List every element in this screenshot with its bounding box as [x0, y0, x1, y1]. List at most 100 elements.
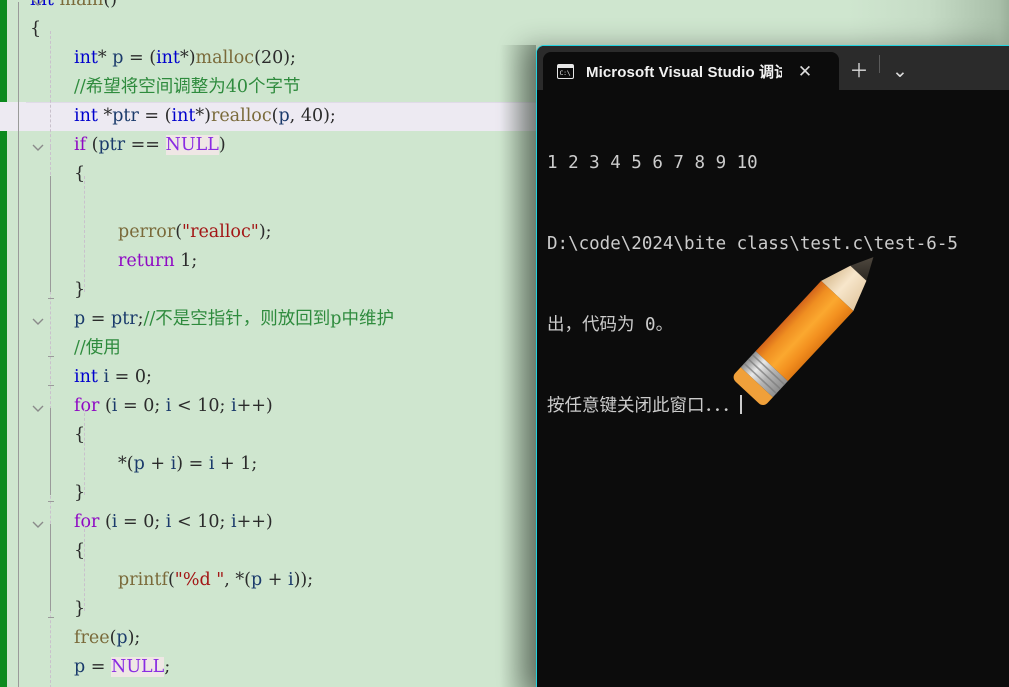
code-token: + — [214, 454, 241, 474]
code-token: = — [109, 367, 135, 387]
code-token: ( — [86, 135, 99, 155]
code-line[interactable]: p = NULL; — [0, 653, 540, 682]
console-titlebar[interactable]: C:\ Microsoft Visual Studio 调试控 ✕ ＋ ⌄ — [537, 46, 1009, 90]
code-line[interactable] — [0, 189, 540, 218]
code-token: ( — [99, 512, 112, 532]
code-token: printf — [118, 570, 168, 590]
code-token: //不是空指针，则放回到p中维护 — [143, 309, 395, 329]
close-icon[interactable]: ✕ — [792, 58, 818, 84]
code-line[interactable]: printf("%d ", *(p + i)); — [0, 566, 540, 595]
code-token: 1 — [180, 251, 192, 271]
code-line[interactable]: int i = 0; — [0, 363, 540, 392]
code-token: + — [262, 570, 288, 590]
new-tab-icon[interactable]: ＋ — [839, 52, 879, 90]
screen: int main(){int* p = (int*)malloc(20);//希… — [0, 0, 1009, 687]
code-line[interactable]: *(p + i) = i + 1; — [0, 450, 540, 479]
code-token: //希望将空间调整为40个字节 — [74, 77, 301, 97]
code-token: + — [144, 454, 171, 474]
code-line[interactable]: { — [0, 15, 540, 44]
code-token: ; — [219, 396, 231, 416]
fold-chevron-down-icon[interactable] — [30, 139, 46, 155]
code-token: ; — [164, 657, 171, 677]
code-line[interactable]: free(p); — [0, 624, 540, 653]
code-token: ++) — [236, 396, 273, 416]
fold-chevron-down-icon[interactable] — [30, 313, 46, 329]
code-token: ( — [175, 222, 183, 242]
code-token: ); — [258, 222, 272, 242]
code-token: { — [30, 19, 42, 39]
chevron-down-icon[interactable]: ⌄ — [880, 52, 920, 90]
fold-chevron-down-icon[interactable] — [30, 516, 46, 532]
code-line[interactable]: for (i = 0; i < 10; i++) — [0, 508, 540, 537]
code-token: * — [97, 48, 113, 68]
code-line[interactable]: { — [0, 421, 540, 450]
code-line[interactable]: { — [0, 537, 540, 566]
code-token: ; — [191, 251, 198, 271]
code-token: int — [74, 367, 98, 387]
code-token: = — [117, 396, 144, 416]
code-token: 10 — [197, 396, 220, 416]
code-token: int — [74, 48, 98, 68]
code-token: int — [74, 106, 98, 126]
code-token: < — [171, 396, 198, 416]
code-token: ptr — [112, 106, 139, 126]
structure-guide-line — [50, 524, 51, 611]
code-token: * — [97, 106, 113, 126]
indent-guide-line — [84, 408, 85, 495]
code-token: malloc — [195, 48, 255, 68]
code-token: p — [278, 106, 290, 126]
code-token: = ( — [138, 106, 172, 126]
code-token: 0 — [134, 367, 147, 387]
code-token: "%d " — [174, 570, 225, 590]
code-token: = — [85, 309, 111, 329]
code-token: int — [156, 48, 180, 68]
code-token: ( — [167, 570, 175, 590]
code-line[interactable]: } — [0, 479, 540, 508]
code-token: == — [125, 135, 166, 155]
code-token: < — [171, 512, 198, 532]
code-token: ; — [146, 367, 152, 387]
fold-chevron-down-icon[interactable] — [30, 0, 46, 10]
indent-guide-line — [84, 524, 85, 611]
console-tab-title: Microsoft Visual Studio 调试控 — [586, 63, 782, 81]
code-line[interactable]: } — [0, 595, 540, 624]
code-line[interactable]: perror("realloc"); — [0, 218, 540, 247]
code-token: NULL — [111, 657, 165, 677]
code-token: ++) — [236, 512, 273, 532]
code-token: ptr — [111, 309, 138, 329]
code-line[interactable]: //使用 — [0, 334, 540, 363]
indent-guide-line — [84, 176, 85, 292]
code-token: *) — [195, 106, 211, 126]
fold-chevron-down-icon[interactable] — [30, 400, 46, 416]
code-token: p — [112, 48, 124, 68]
structure-guide-tick — [48, 356, 54, 357]
code-line[interactable]: } — [0, 276, 540, 305]
code-line[interactable]: { — [0, 160, 540, 189]
console-tab[interactable]: C:\ Microsoft Visual Studio 调试控 ✕ — [543, 52, 839, 90]
code-token: *) — [179, 48, 196, 68]
code-token: realloc — [210, 106, 272, 126]
code-line[interactable]: return 1; — [0, 247, 540, 276]
pencil-cursor — [722, 228, 902, 418]
code-line[interactable]: int main() — [0, 0, 540, 15]
code-token: ; — [219, 512, 231, 532]
structure-guide-line — [50, 176, 51, 292]
code-text-area[interactable]: int main(){int* p = (int*)malloc(20);//希… — [0, 0, 1009, 687]
code-token: ; — [251, 454, 258, 474]
code-token: , — [289, 106, 301, 126]
console-line-text: 按任意键关闭此窗口．．． — [547, 396, 740, 416]
code-line[interactable]: int* p = (int*)malloc(20); — [0, 44, 540, 73]
code-token: free — [74, 628, 110, 648]
code-token: ptr — [98, 135, 126, 155]
code-token: = ( — [123, 48, 157, 68]
code-line[interactable]: for (i = 0; i < 10; i++) — [0, 392, 540, 421]
code-token: for — [74, 396, 100, 416]
code-line[interactable]: return 0; — [0, 682, 540, 687]
structure-guide-line — [18, 2, 19, 687]
code-token: ) — [218, 135, 226, 155]
code-line[interactable]: p = ptr;//不是空指针，则放回到p中维护 — [0, 305, 540, 334]
code-line[interactable]: int *ptr = (int*)realloc(p, 40); — [0, 102, 1009, 131]
code-line[interactable]: //希望将空间调整为40个字节 — [0, 73, 540, 102]
code-line[interactable]: if (ptr == NULL) — [0, 131, 540, 160]
code-token: 20 — [260, 48, 284, 68]
